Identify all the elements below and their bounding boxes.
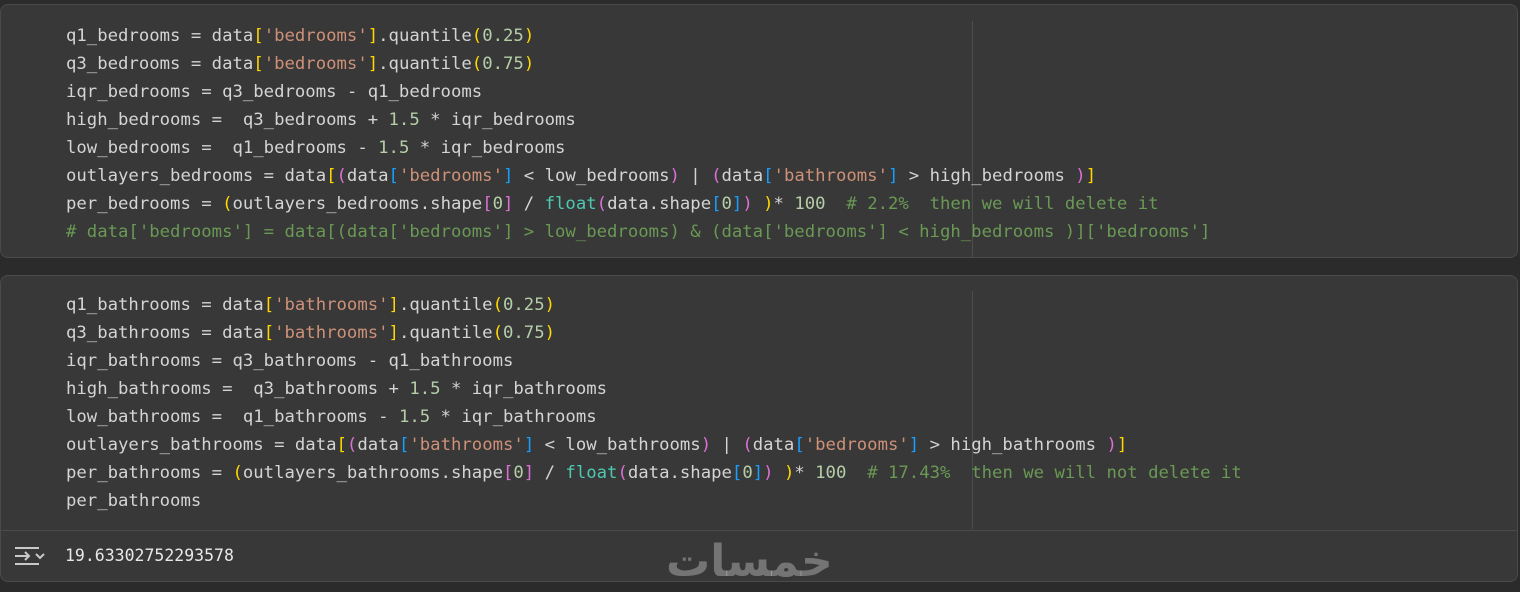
code-line[interactable]: low_bathrooms = q1_bathrooms - 1.5 * iqr… [66, 403, 1242, 431]
code-line[interactable]: iqr_bedrooms = q3_bedrooms - q1_bedrooms [66, 78, 1210, 106]
code-line[interactable]: per_bathrooms = (outlayers_bathrooms.sha… [66, 459, 1242, 487]
output-toggle-icon[interactable] [13, 543, 47, 569]
code-line[interactable]: iqr_bathrooms = q3_bathrooms - q1_bathro… [66, 347, 1242, 375]
code-line[interactable]: low_bedrooms = q1_bedrooms - 1.5 * iqr_b… [66, 134, 1210, 162]
code-line[interactable]: q3_bathrooms = data['bathrooms'].quantil… [66, 319, 1242, 347]
khamsat-watermark-logo: خمسات [666, 536, 833, 587]
code-editor[interactable]: q1_bathrooms = data['bathrooms'].quantil… [66, 291, 1242, 515]
code-line[interactable]: outlayers_bedrooms = data[(data['bedroom… [66, 162, 1210, 190]
code-line[interactable]: per_bedrooms = (outlayers_bedrooms.shape… [66, 190, 1210, 218]
code-line[interactable]: # data['bedrooms'] = data[(data['bedroom… [66, 218, 1210, 246]
code-line[interactable]: outlayers_bathrooms = data[(data['bathro… [66, 431, 1242, 459]
code-editor[interactable]: q1_bedrooms = data['bedrooms'].quantile(… [66, 22, 1210, 246]
code-line[interactable]: q1_bedrooms = data['bedrooms'].quantile(… [66, 22, 1210, 50]
notebook-page: q1_bedrooms = data['bedrooms'].quantile(… [0, 0, 1520, 592]
code-line[interactable]: q3_bedrooms = data['bedrooms'].quantile(… [66, 50, 1210, 78]
code-line[interactable]: high_bathrooms = q3_bathrooms + 1.5 * iq… [66, 375, 1242, 403]
code-cell-bedrooms[interactable]: q1_bedrooms = data['bedrooms'].quantile(… [0, 4, 1518, 258]
code-line[interactable]: high_bedrooms = q3_bedrooms + 1.5 * iqr_… [66, 106, 1210, 134]
code-line[interactable]: q1_bathrooms = data['bathrooms'].quantil… [66, 291, 1242, 319]
code-line[interactable]: per_bathrooms [66, 487, 1242, 515]
output-value: 19.63302752293578 [65, 546, 234, 565]
